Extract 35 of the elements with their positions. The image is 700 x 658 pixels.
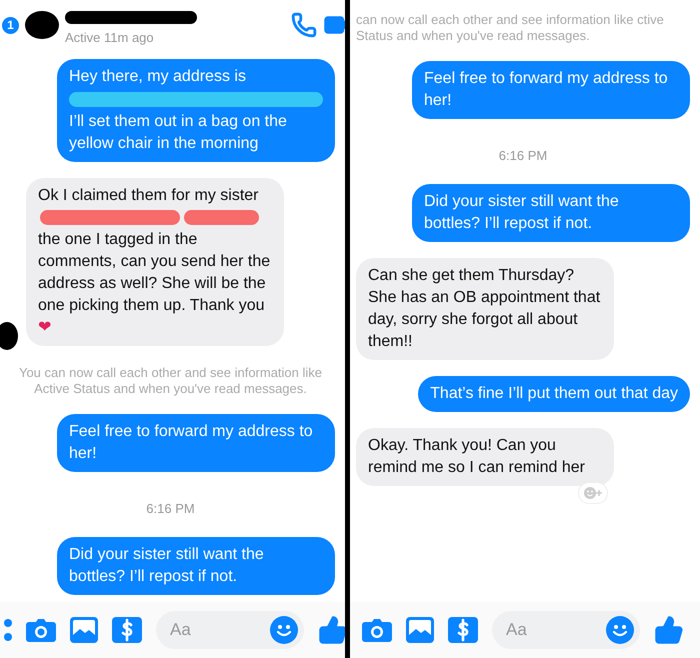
dollar-icon[interactable]	[448, 617, 478, 643]
more-icon[interactable]	[4, 619, 12, 641]
message-text: Did your sister still want the bottles? I’ll repost if not.	[424, 193, 619, 232]
message-text: Can she get them Thursday? She has an OB appointment that day, sorry she forgot all about them!!	[368, 267, 600, 350]
message-text: Hey there, my address is	[69, 68, 246, 85]
message-text: Feel free to forward my address to her!	[424, 70, 668, 109]
message-text: Ok I claimed them for my sister	[38, 187, 258, 204]
unread-badge: 1	[2, 16, 19, 34]
image-icon[interactable]	[70, 617, 98, 643]
message-text: I’ll set them out in a bag on the yellow chair in the morning	[69, 113, 287, 152]
system-notice: You can now call each other and see information like Active Status and when you've read messages.	[18, 365, 324, 397]
thumbs-up-icon[interactable]	[318, 615, 345, 645]
avatar	[25, 10, 59, 40]
timestamp: 6:16 PM	[145, 501, 196, 516]
message-field[interactable]: Aa	[492, 611, 640, 649]
message-text: Okay. Thank you! Can you remind me so I can remind her	[368, 437, 585, 476]
active-status: Active 11m ago	[65, 30, 155, 45]
camera-icon[interactable]	[362, 617, 392, 643]
smiley-icon[interactable]	[270, 616, 298, 644]
smiley-plus-icon	[583, 486, 603, 500]
dollar-icon[interactable]	[112, 617, 142, 643]
smiley-icon[interactable]	[606, 616, 634, 644]
timestamp: 6:16 PM	[498, 148, 548, 163]
phone-icon[interactable]	[291, 12, 317, 38]
message-text: Did your sister still want the bottles? I’ll repost if not.	[69, 546, 264, 585]
camera-icon[interactable]	[26, 617, 56, 643]
system-notice: can now call each other and see information like ctive Status and when you've read messages.	[356, 12, 665, 44]
message-text: Feel free to forward my address to her!	[69, 423, 313, 462]
placeholder-text: Aa	[506, 620, 527, 640]
message-text: That’s fine I’ll put them out that day	[430, 385, 678, 402]
placeholder-text: Aa	[170, 620, 191, 640]
message-text: the one I tagged in the comments, can you send her the address as well? She will be the one picking them up. Thank you ❤	[38, 231, 270, 336]
image-icon[interactable]	[406, 617, 434, 643]
thumbs-up-icon[interactable]	[654, 615, 684, 645]
message-field[interactable]: Aa	[156, 611, 304, 649]
